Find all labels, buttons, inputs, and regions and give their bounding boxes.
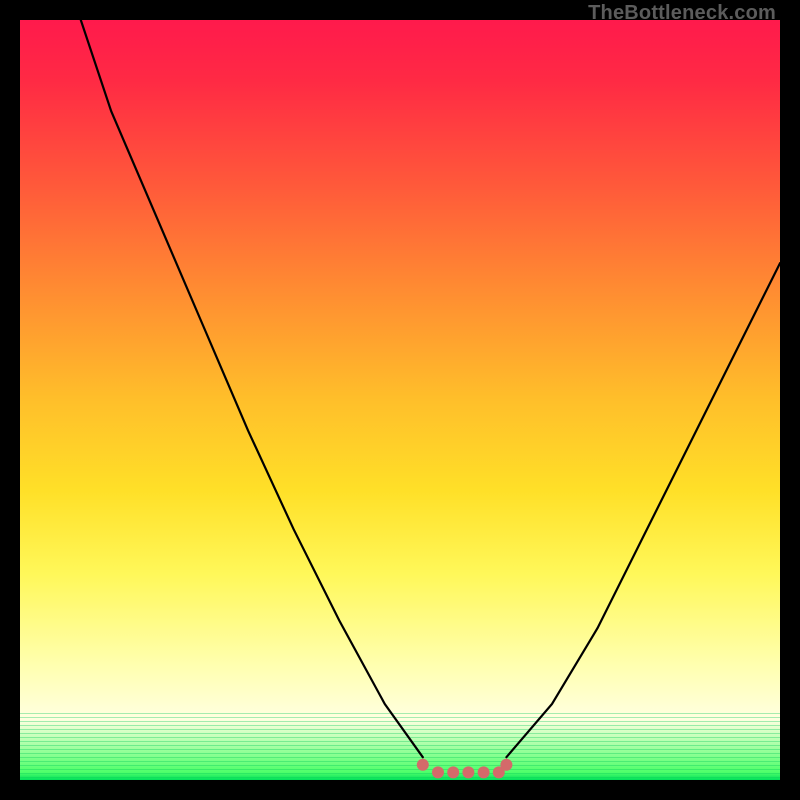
bottom-dot: [417, 759, 429, 771]
bottom-dot: [462, 766, 474, 778]
curve-left: [81, 20, 423, 757]
chart-frame: [20, 20, 780, 780]
curve-bottom-dots: [417, 759, 513, 779]
bottom-dot: [447, 766, 459, 778]
bottom-dot: [432, 766, 444, 778]
bottom-dot: [500, 759, 512, 771]
bottom-dot: [478, 766, 490, 778]
chart-curves: [20, 20, 780, 780]
curve-right: [506, 263, 780, 757]
